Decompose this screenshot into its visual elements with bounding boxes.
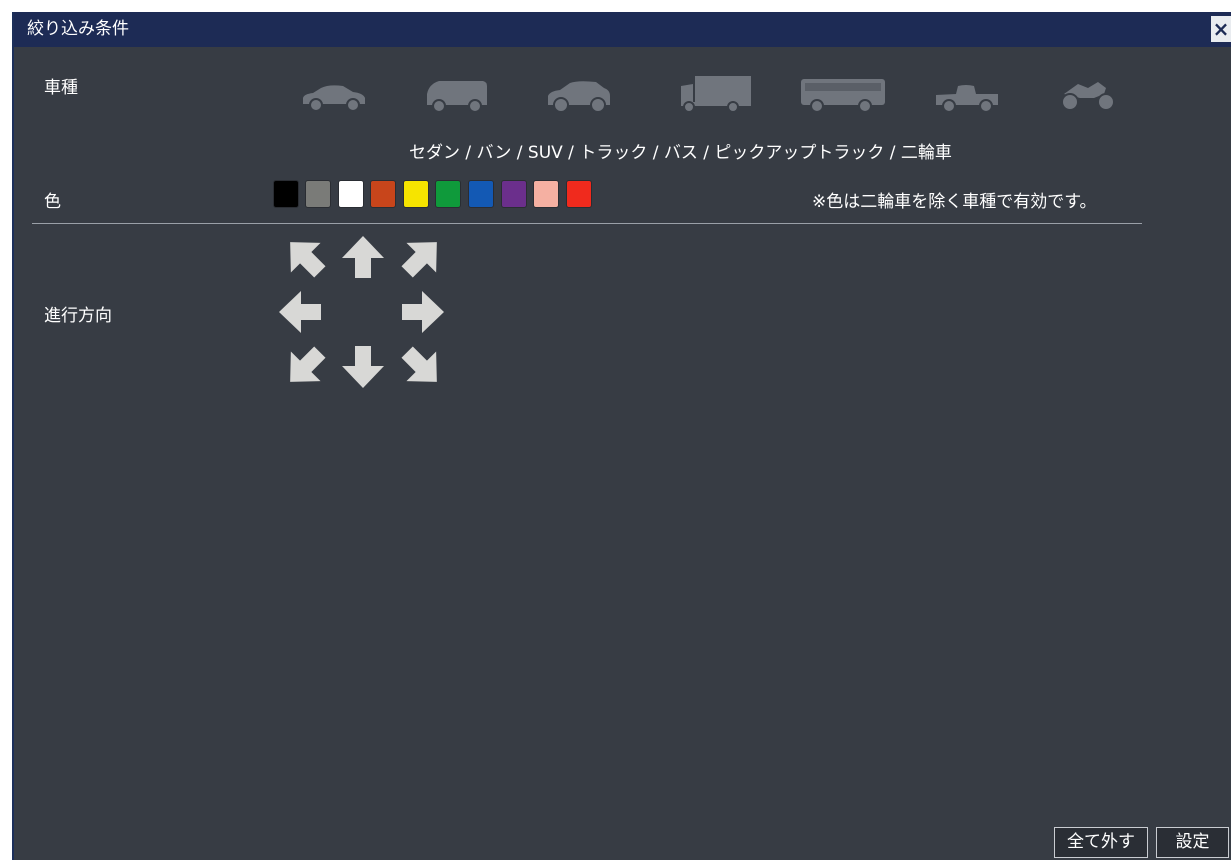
apply-button[interactable]: 設定 <box>1156 827 1229 858</box>
dialog-title: 絞り込み条件 <box>27 19 129 39</box>
color-swatch-white[interactable] <box>338 180 364 208</box>
motorcycle-icon[interactable] <box>1054 74 1124 114</box>
color-swatch-pink[interactable] <box>533 180 559 208</box>
truck-icon[interactable] <box>667 74 753 114</box>
direction-label: 進行方向 <box>44 306 112 326</box>
color-label: 色 <box>44 192 61 212</box>
vehicle-types-caption: セダン / バン / SUV / トラック / バス / ピックアップトラック … <box>409 143 952 163</box>
down-arrow-icon[interactable] <box>340 344 386 390</box>
clear-all-button[interactable]: 全て外す <box>1054 827 1148 858</box>
close-button[interactable]: × <box>1211 16 1231 42</box>
color-swatch-red[interactable] <box>566 180 592 208</box>
color-swatch-yellow[interactable] <box>403 180 429 208</box>
down-right-arrow-icon[interactable] <box>399 344 445 390</box>
van-icon[interactable] <box>421 74 491 114</box>
pickup-truck-icon[interactable] <box>932 74 1002 114</box>
down-left-arrow-icon[interactable] <box>282 344 328 390</box>
up-arrow-icon[interactable] <box>340 234 386 280</box>
up-right-arrow-icon[interactable] <box>399 234 445 280</box>
up-left-arrow-icon[interactable] <box>282 234 328 280</box>
color-swatch-blue[interactable] <box>468 180 494 208</box>
dialog-titlebar: 絞り込み条件 × <box>14 12 1231 47</box>
section-divider <box>32 223 1142 224</box>
color-swatch-brown[interactable] <box>370 180 396 208</box>
sedan-icon[interactable] <box>299 74 369 114</box>
suv-icon[interactable] <box>544 74 614 114</box>
color-note: ※色は二輪車を除く車種で有効です。 <box>812 192 1097 212</box>
right-arrow-icon[interactable] <box>400 289 446 335</box>
filter-dialog: 絞り込み条件 × 車種 セダン / バン / SUV / トラック / バス /… <box>12 12 1231 860</box>
color-swatch-purple[interactable] <box>501 180 527 208</box>
color-swatch-gray[interactable] <box>305 180 331 208</box>
color-swatch-black[interactable] <box>273 180 299 208</box>
vehicle-type-selector <box>299 74 1139 114</box>
left-arrow-icon[interactable] <box>277 289 323 335</box>
color-swatch-green[interactable] <box>435 180 461 208</box>
bus-icon[interactable] <box>799 74 885 114</box>
vehicle-type-label: 車種 <box>44 78 78 98</box>
